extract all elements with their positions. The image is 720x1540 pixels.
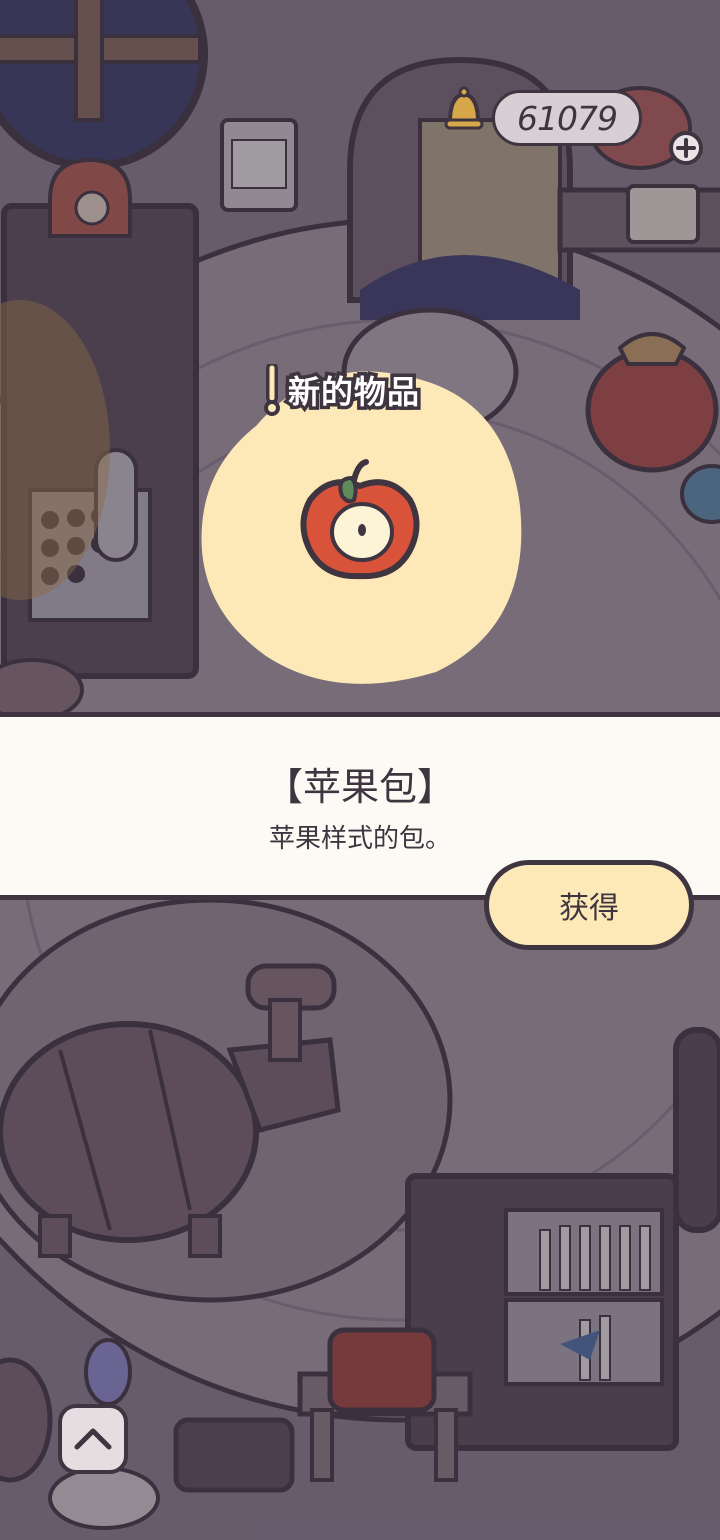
item-description: 苹果样式的包。 bbox=[268, 824, 451, 854]
new-item-text: 新的物品 bbox=[284, 370, 422, 415]
chevron-up-icon bbox=[74, 1428, 112, 1450]
expand-button[interactable] bbox=[58, 1404, 128, 1474]
exclamation-icon bbox=[264, 364, 280, 416]
obtain-button-label: 获得 bbox=[559, 891, 619, 926]
apple-bag-icon bbox=[300, 459, 420, 580]
bell-icon bbox=[444, 86, 484, 130]
currency-amount: 61079 bbox=[517, 98, 618, 138]
plus-icon[interactable] bbox=[668, 130, 704, 166]
obtain-button[interactable]: 获得 bbox=[484, 860, 694, 950]
currency-counter: 61079 bbox=[492, 90, 642, 146]
item-title: 【苹果包】 bbox=[264, 765, 455, 809]
new-item-label: 新的物品 bbox=[262, 362, 423, 418]
